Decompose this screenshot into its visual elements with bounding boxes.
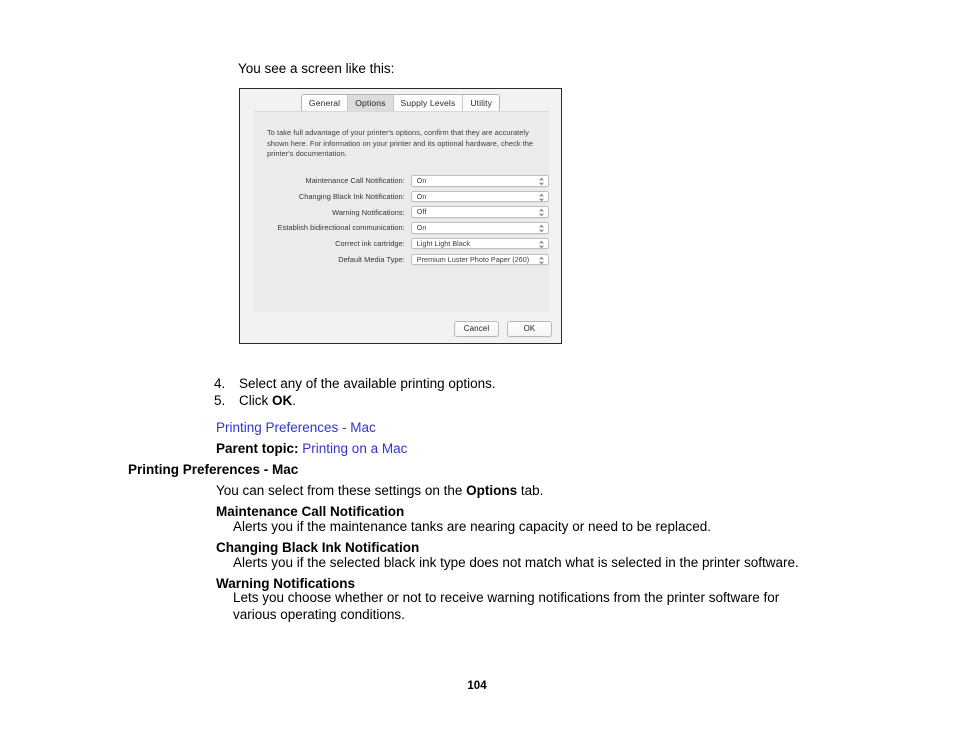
setting-row-establish-bidirectional-communication: Establish bidirectional communication: O…: [254, 220, 549, 236]
dialog-tabbar: General Options Supply Levels Utility: [240, 93, 561, 112]
lead-bold: Options: [466, 483, 518, 498]
ok-button[interactable]: OK: [507, 321, 552, 337]
stepper-arrows-icon: [537, 255, 545, 266]
link-printing-preferences-mac[interactable]: Printing Preferences - Mac: [216, 419, 376, 437]
step-text: Select any of the available printing opt…: [239, 376, 496, 391]
select-value: Light Light Black: [416, 238, 471, 248]
stepper-arrows-icon: [537, 239, 545, 250]
definition-description-maintenance-call-notification: Alerts you if the maintenance tanks are …: [233, 519, 712, 534]
section-lead-paragraph: You can select from these settings on th…: [216, 482, 543, 500]
warning-notifications-select[interactable]: Off: [410, 206, 549, 218]
setting-label: Establish bidirectional communication:: [277, 223, 405, 233]
definition-description-warning-notifications: Lets you choose whether or not to receiv…: [233, 590, 780, 622]
setting-row-warning-notifications: Warning Notifications: Off: [254, 204, 549, 220]
setting-row-correct-ink-cartridge: Correct ink cartridge: Light Light Black: [254, 236, 549, 252]
document-page: You see a screen like this: General Opti…: [0, 0, 954, 738]
setting-label: Warning Notifications:: [332, 207, 405, 217]
setting-label: Correct ink cartridge:: [335, 239, 405, 249]
stepper-arrows-icon: [537, 192, 545, 203]
setting-row-changing-black-ink-notification: Changing Black Ink Notification: On: [254, 189, 549, 205]
setting-label: Changing Black Ink Notification:: [298, 192, 405, 202]
tab-strip: General Options Supply Levels Utility: [300, 93, 501, 112]
step-5: 5. Click OK.: [214, 392, 296, 410]
tab-utility[interactable]: Utility: [463, 94, 500, 111]
section-title: Printing Preferences - Mac: [128, 462, 299, 477]
changing-black-ink-notification-select[interactable]: On: [410, 190, 549, 203]
parent-topic: Parent topic: Printing on a Mac: [216, 440, 407, 458]
select-value: On: [416, 191, 427, 201]
setting-row-default-media-type: Default Media Type: Premium Luster Photo…: [254, 251, 549, 267]
select-value: On: [416, 176, 427, 186]
step-text: Click OK.: [239, 392, 296, 410]
select-value: Off: [416, 207, 427, 217]
lead-before: You can select from these settings on th…: [216, 483, 467, 498]
dialog-button-bar: Cancel OK: [454, 321, 552, 337]
intro-text: You see a screen like this:: [238, 61, 395, 76]
step-text-bold: OK: [272, 393, 293, 408]
select-value: On: [416, 223, 427, 233]
setting-label: Default Media Type:: [338, 254, 405, 264]
page-number: 104: [467, 680, 487, 692]
lead-after: tab.: [517, 483, 544, 498]
options-description: To take full advantage of your printer's…: [267, 128, 534, 158]
options-panel: To take full advantage of your printer's…: [254, 111, 549, 312]
step-text-after: .: [292, 393, 297, 408]
printer-options-dialog: General Options Supply Levels Utility To…: [239, 88, 562, 344]
tab-options[interactable]: Options: [348, 94, 394, 111]
step-number: 5.: [214, 393, 226, 408]
parent-topic-label: Parent topic:: [216, 441, 299, 456]
settings-list: Maintenance Call Notification: On Changi…: [254, 173, 549, 267]
default-media-type-select[interactable]: Premium Luster Photo Paper (260): [410, 253, 549, 266]
tab-supply-levels[interactable]: Supply Levels: [393, 94, 464, 111]
cancel-button[interactable]: Cancel: [454, 321, 499, 337]
correct-ink-cartridge-select[interactable]: Light Light Black: [410, 237, 549, 250]
stepper-arrows-icon: [537, 223, 545, 234]
step-4: 4. Select any of the available printing …: [214, 375, 496, 393]
establish-bidirectional-communication-select[interactable]: On: [410, 222, 549, 234]
step-number: 4.: [214, 376, 226, 391]
step-text-before: Click: [239, 393, 272, 408]
setting-label: Maintenance Call Notification:: [305, 176, 405, 186]
select-value: Premium Luster Photo Paper (260): [416, 254, 530, 264]
link-printing-on-a-mac[interactable]: Printing on a Mac: [302, 441, 407, 456]
setting-row-maintenance-call-notification: Maintenance Call Notification: On: [254, 173, 549, 189]
tab-general[interactable]: General: [301, 94, 349, 111]
stepper-arrows-icon: [537, 176, 545, 187]
definition-description-changing-black-ink-notification: Alerts you if the selected black ink typ…: [233, 555, 799, 570]
maintenance-call-notification-select[interactable]: On: [410, 175, 549, 187]
stepper-arrows-icon: [537, 207, 545, 218]
